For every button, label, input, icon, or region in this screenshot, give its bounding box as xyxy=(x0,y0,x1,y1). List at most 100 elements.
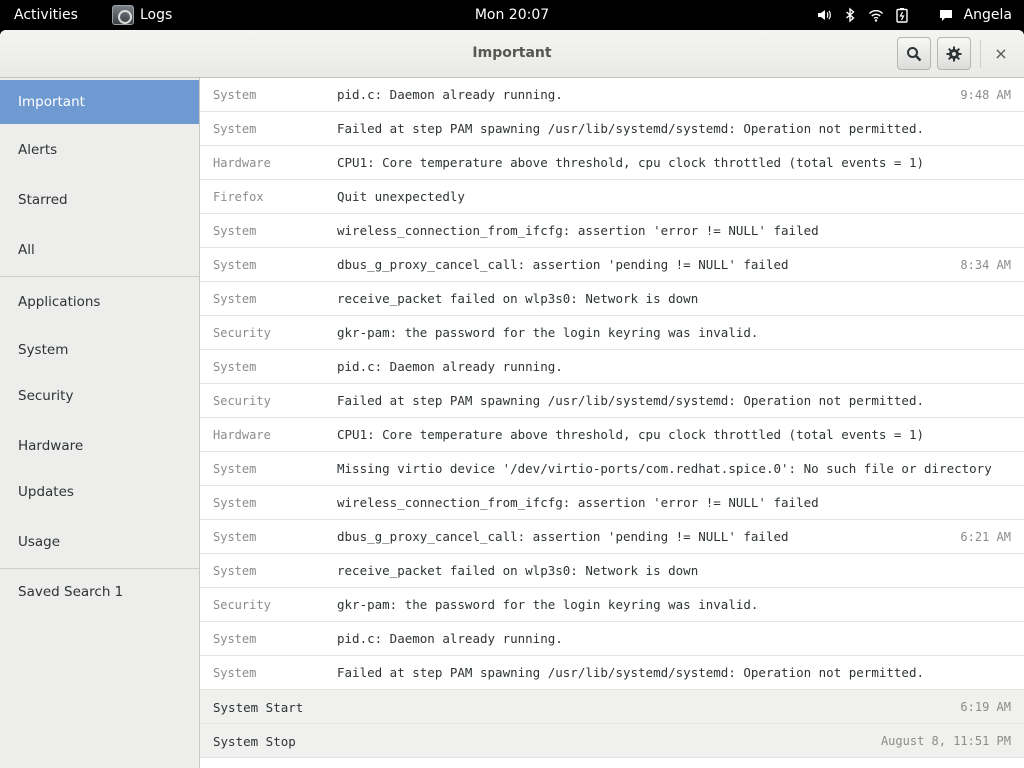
log-category: System xyxy=(213,632,257,646)
log-time: 8:34 AM xyxy=(960,258,1011,272)
log-category: System xyxy=(213,462,257,476)
log-row[interactable]: Security gkr-pam: the password for the lo… xyxy=(200,588,1024,622)
close-button[interactable]: × xyxy=(990,42,1012,64)
search-icon xyxy=(907,46,922,61)
log-message: gkr-pam: the password for the login keyr… xyxy=(337,325,759,340)
sidebar-item-updates[interactable]: Updates xyxy=(0,470,199,514)
sidebar-item-all[interactable]: All xyxy=(0,228,199,272)
log-row[interactable]: System wireless_connection_from_ifcfg: as… xyxy=(200,486,1024,520)
log-row[interactable]: System Failed at step PAM spawning /usr/l… xyxy=(200,656,1024,690)
log-message: Missing virtio device '/dev/virtio-ports… xyxy=(337,461,992,476)
log-row[interactable]: System pid.c: Daemon already running. xyxy=(200,350,1024,384)
log-list[interactable]: System pid.c: Daemon already running. 9:48… xyxy=(200,78,1024,768)
sidebar-item-label: Hardware xyxy=(18,438,84,454)
log-category: System xyxy=(213,666,257,680)
log-row[interactable]: System pid.c: Daemon already running. 9:48… xyxy=(200,78,1024,112)
log-category: Security xyxy=(213,326,271,340)
log-message: pid.c: Daemon already running. xyxy=(337,631,563,646)
clock[interactable]: Mon 20:07 xyxy=(475,7,549,23)
boot-time: August 8, 11:51 PM xyxy=(880,734,1011,748)
sidebar-item-applications[interactable]: Applications xyxy=(0,280,199,324)
boot-row[interactable]: System Start 6:19 AM xyxy=(200,690,1024,724)
app-menu[interactable]: Logs xyxy=(112,4,172,26)
bluetooth-icon[interactable] xyxy=(842,7,858,23)
log-message: Quit unexpectedly xyxy=(337,189,465,204)
sidebar-item-label: System xyxy=(18,342,69,358)
sidebar-item-alerts[interactable]: Alerts xyxy=(0,128,199,172)
log-message: CPU1: Core temperature above threshold, … xyxy=(337,155,924,170)
logs-app-icon xyxy=(112,5,134,25)
log-category: System xyxy=(213,122,257,136)
sidebar-item-system[interactable]: System xyxy=(0,328,199,372)
log-row[interactable]: System dbus_g_proxy_cancel_call: assertio… xyxy=(200,520,1024,554)
log-row[interactable]: System pid.c: Daemon already running. xyxy=(200,622,1024,656)
settings-button[interactable] xyxy=(937,37,971,70)
log-message: receive_packet failed on wlp3s0: Network… xyxy=(337,291,699,306)
sidebar-item-label: Important xyxy=(18,94,85,110)
log-row[interactable]: System receive_packet failed on wlp3s0: N… xyxy=(200,282,1024,316)
system-tray[interactable]: Angela xyxy=(816,5,1012,25)
sidebar-item-label: Usage xyxy=(18,534,61,550)
log-row[interactable]: Security Failed at step PAM spawning /usr… xyxy=(200,384,1024,418)
log-row[interactable]: System Failed at step PAM spawning /usr/l… xyxy=(200,112,1024,146)
log-message: pid.c: Daemon already running. xyxy=(337,359,563,374)
log-message: dbus_g_proxy_cancel_call: assertion 'pen… xyxy=(337,529,789,544)
sidebar-item-label: Saved Search 1 xyxy=(18,584,124,600)
sidebar-divider xyxy=(0,568,199,569)
sidebar-item-label: Starred xyxy=(18,192,68,208)
activities-button[interactable]: Activities xyxy=(14,7,78,23)
log-category: Hardware xyxy=(213,428,271,442)
log-row[interactable]: System dbus_g_proxy_cancel_call: assertio… xyxy=(200,248,1024,282)
log-message: receive_packet failed on wlp3s0: Network… xyxy=(337,563,699,578)
log-time: 9:48 AM xyxy=(960,88,1011,102)
boot-row[interactable]: System Stop August 8, 11:51 PM xyxy=(200,724,1024,758)
chat-icon[interactable] xyxy=(938,7,954,23)
log-row[interactable]: Hardware CPU1: Core temperature above thr… xyxy=(200,418,1024,452)
sidebar-item-important[interactable]: Important xyxy=(0,80,199,124)
sidebar-item-hardware[interactable]: Hardware xyxy=(0,424,199,468)
log-time: 6:21 AM xyxy=(960,530,1011,544)
log-category: System xyxy=(213,564,257,578)
user-name[interactable]: Angela xyxy=(964,7,1012,23)
log-category: System xyxy=(213,224,257,238)
search-button[interactable] xyxy=(897,37,931,70)
sidebar: Important Alerts Starred All Application… xyxy=(0,78,200,768)
log-row[interactable]: Security gkr-pam: the password for the lo… xyxy=(200,316,1024,350)
sidebar-item-saved-search[interactable]: Saved Search 1 xyxy=(0,570,199,614)
log-row[interactable]: Firefox Quit unexpectedly xyxy=(200,180,1024,214)
sidebar-item-label: Security xyxy=(18,388,74,404)
log-category: System xyxy=(213,360,257,374)
log-message: Failed at step PAM spawning /usr/lib/sys… xyxy=(337,121,924,136)
log-category: System xyxy=(213,292,257,306)
volume-icon[interactable] xyxy=(816,7,832,23)
log-category: System xyxy=(213,258,257,272)
log-message: wireless_connection_from_ifcfg: assertio… xyxy=(337,223,819,238)
header-bar: Important × xyxy=(0,30,1024,78)
log-row[interactable]: System Missing virtio device '/dev/virtio… xyxy=(200,452,1024,486)
sidebar-item-label: Applications xyxy=(18,294,101,310)
log-row[interactable]: System receive_packet failed on wlp3s0: N… xyxy=(200,554,1024,588)
log-category: Security xyxy=(213,394,271,408)
gear-icon xyxy=(946,46,962,61)
sidebar-item-security[interactable]: Security xyxy=(0,374,199,418)
top-bar: Activities Logs Mon 20:07 Angela xyxy=(0,0,1024,30)
window-title: Important xyxy=(472,45,552,61)
log-row[interactable]: System wireless_connection_from_ifcfg: as… xyxy=(200,214,1024,248)
log-category: System xyxy=(213,496,257,510)
sidebar-item-usage[interactable]: Usage xyxy=(0,520,199,564)
log-row[interactable]: Hardware CPU1: Core temperature above thr… xyxy=(200,146,1024,180)
battery-icon[interactable] xyxy=(894,7,910,23)
log-category: System xyxy=(213,530,257,544)
sidebar-item-label: Alerts xyxy=(18,142,58,158)
log-message: wireless_connection_from_ifcfg: assertio… xyxy=(337,495,819,510)
header-separator xyxy=(980,40,981,68)
sidebar-item-label: All xyxy=(18,242,35,258)
boot-time: 6:19 AM xyxy=(960,700,1011,714)
sidebar-item-starred[interactable]: Starred xyxy=(0,178,199,222)
wifi-icon[interactable] xyxy=(868,7,884,23)
logs-window: Important × Important Alerts Starred All… xyxy=(0,30,1024,768)
log-message: dbus_g_proxy_cancel_call: assertion 'pen… xyxy=(337,257,789,272)
log-category: Hardware xyxy=(213,156,271,170)
log-message: gkr-pam: the password for the login keyr… xyxy=(337,597,759,612)
boot-label: System Start xyxy=(213,700,304,715)
